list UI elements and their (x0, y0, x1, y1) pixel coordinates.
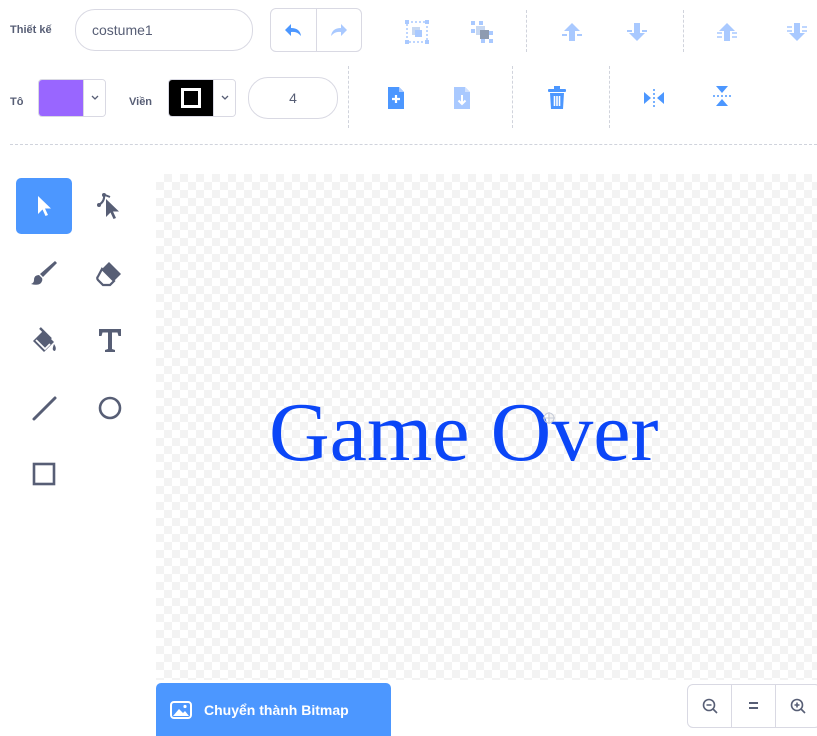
send-to-back-icon (787, 23, 807, 41)
equals-icon: = (748, 695, 759, 716)
rectangle-icon (32, 462, 56, 486)
divider (609, 66, 610, 128)
flip-horizontal-button[interactable] (634, 78, 674, 118)
text-icon (99, 329, 121, 352)
crosshair-icon (543, 412, 555, 424)
zoom-out-icon (702, 698, 718, 714)
forward-button[interactable] (552, 12, 592, 52)
toolbar-divider (10, 144, 817, 145)
copy-icon (388, 87, 404, 109)
fill-label: Tô (10, 96, 24, 108)
front-button[interactable] (707, 12, 747, 52)
undo-redo-group (270, 8, 362, 52)
copy-button[interactable] (376, 78, 416, 118)
outline-color-picker[interactable] (168, 79, 236, 117)
zoom-controls: = (687, 684, 817, 728)
fill-color-picker[interactable] (38, 79, 106, 117)
redo-button[interactable] (317, 9, 362, 51)
paint-bucket-icon (33, 327, 56, 352)
paint-canvas[interactable]: Game Over (156, 174, 817, 680)
convert-to-bitmap-button[interactable]: Chuyển thành Bitmap (156, 683, 391, 736)
eraser-icon (96, 262, 121, 287)
outline-label: Viền (129, 96, 153, 108)
canvas-text-game-over[interactable]: Game Over (269, 384, 658, 481)
arrow-up-icon (562, 23, 582, 41)
reshape-tool[interactable] (82, 178, 138, 234)
select-tool[interactable] (16, 178, 72, 234)
divider (526, 10, 527, 52)
image-icon (170, 700, 192, 719)
paste-button[interactable] (442, 78, 482, 118)
trash-icon (548, 86, 566, 109)
arrow-cursor-icon (38, 196, 51, 216)
costume-label: Thiết kế (10, 24, 52, 36)
zoom-in-button[interactable] (776, 685, 817, 727)
group-icon (405, 20, 429, 44)
divider (348, 66, 349, 128)
costume-name-input[interactable]: costume1 (75, 9, 253, 51)
outline-width-input[interactable]: 4 (248, 77, 338, 119)
paste-icon (454, 87, 470, 109)
circle-tool[interactable] (82, 380, 138, 436)
undo-button[interactable] (271, 9, 317, 51)
divider (683, 10, 684, 52)
zoom-out-button[interactable] (688, 685, 732, 727)
ungroup-icon (471, 21, 493, 43)
brush-tool[interactable] (16, 244, 72, 300)
text-tool[interactable] (82, 312, 138, 368)
line-icon (32, 396, 57, 421)
bring-to-front-icon (717, 23, 737, 41)
fill-swatch (39, 80, 83, 116)
rectangle-tool[interactable] (16, 446, 72, 502)
ungroup-button[interactable] (462, 12, 502, 52)
flip-vertical-button[interactable] (702, 76, 742, 116)
undo-icon (285, 24, 302, 36)
arrow-down-icon (627, 23, 647, 41)
backward-button[interactable] (617, 12, 657, 52)
back-button[interactable] (777, 12, 817, 52)
reshape-icon (97, 193, 119, 219)
circle-icon (98, 396, 122, 420)
fill-tool[interactable] (16, 312, 72, 368)
zoom-in-icon (790, 698, 806, 714)
brush-icon (31, 261, 57, 285)
redo-icon (330, 24, 347, 36)
zoom-reset-button[interactable]: = (732, 685, 776, 727)
delete-button[interactable] (537, 78, 577, 118)
flip-vertical-icon (713, 86, 731, 106)
caret-down-icon (83, 80, 105, 116)
divider (512, 66, 513, 128)
caret-down-icon (213, 80, 235, 116)
flip-horizontal-icon (644, 89, 664, 107)
line-tool[interactable] (16, 380, 72, 436)
group-button[interactable] (397, 12, 437, 52)
convert-to-bitmap-label: Chuyển thành Bitmap (204, 701, 349, 718)
outline-swatch (169, 80, 213, 116)
eraser-tool[interactable] (82, 244, 138, 300)
